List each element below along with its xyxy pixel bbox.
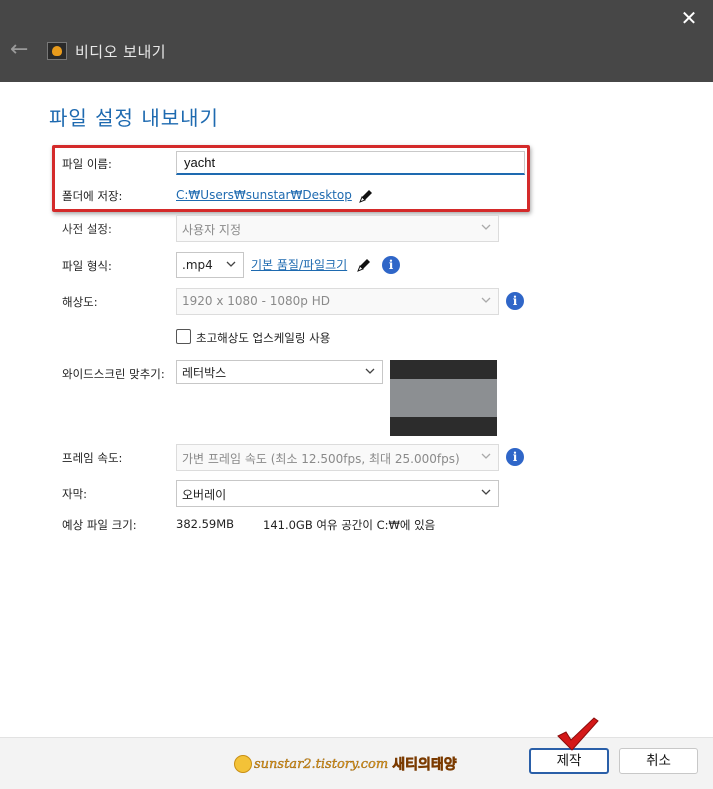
info-icon[interactable]: i bbox=[506, 448, 524, 466]
file-format-value: .mp4 bbox=[182, 258, 213, 272]
cancel-button[interactable]: 취소 bbox=[619, 748, 698, 774]
info-icon[interactable]: i bbox=[506, 292, 524, 310]
preset-select[interactable]: 사용자 지정 bbox=[176, 215, 499, 242]
chevron-down-icon bbox=[226, 261, 236, 267]
frame-rate-select[interactable]: 가변 프레임 속도 (최소 12.500fps, 최대 25.000fps) bbox=[176, 444, 499, 471]
arrow-left-icon[interactable]: ← bbox=[10, 39, 34, 63]
smiley-icon bbox=[234, 755, 252, 773]
title-row: ← 비디오 보내기 bbox=[10, 38, 166, 64]
preset-label: 사전 설정: bbox=[62, 222, 112, 236]
watermark-url: sunstar2.tistory.com bbox=[254, 756, 389, 772]
file-format-select[interactable]: .mp4 bbox=[176, 252, 244, 278]
chevron-down-icon bbox=[481, 297, 491, 303]
title-bar: ✕ ← 비디오 보내기 bbox=[0, 0, 713, 82]
widescreen-value: 레터박스 bbox=[182, 366, 227, 380]
file-format-label: 파일 형식: bbox=[62, 259, 112, 273]
chevron-down-icon bbox=[481, 489, 491, 495]
resolution-label: 해상도: bbox=[62, 295, 98, 309]
subtitles-select[interactable]: 오버레이 bbox=[176, 480, 499, 507]
resolution-select[interactable]: 1920 x 1080 - 1080p HD bbox=[176, 288, 499, 315]
watermark-name: 새티의태양 bbox=[392, 757, 457, 774]
letterbox-preview-band bbox=[390, 379, 497, 417]
film-icon bbox=[47, 42, 67, 60]
upscaling-checkbox[interactable] bbox=[176, 329, 191, 344]
free-space-text: 141.0GB 여유 공간이 C:₩에 있음 bbox=[263, 518, 436, 532]
frame-rate-value: 가변 프레임 속도 (최소 12.500fps, 최대 25.000fps) bbox=[182, 452, 460, 466]
pencil-icon[interactable] bbox=[355, 256, 373, 274]
window-title: 비디오 보내기 bbox=[75, 42, 167, 61]
widescreen-label: 와이드스크린 맞추기: bbox=[62, 367, 165, 381]
widescreen-select[interactable]: 레터박스 bbox=[176, 360, 383, 384]
letterbox-preview bbox=[390, 360, 497, 436]
chevron-down-icon bbox=[481, 224, 491, 230]
info-icon[interactable]: i bbox=[382, 256, 400, 274]
resolution-value: 1920 x 1080 - 1080p HD bbox=[182, 294, 331, 308]
chevron-down-icon bbox=[481, 453, 491, 459]
highlight-box bbox=[52, 145, 530, 212]
estimated-size-label: 예상 파일 크기: bbox=[62, 518, 137, 532]
subtitles-label: 자막: bbox=[62, 487, 88, 501]
frame-rate-label: 프레임 속도: bbox=[62, 451, 123, 465]
preset-value: 사용자 지정 bbox=[182, 223, 242, 237]
page-title: 파일 설정 내보내기 bbox=[49, 106, 219, 130]
chevron-down-icon bbox=[365, 368, 375, 374]
subtitles-value: 오버레이 bbox=[182, 488, 227, 502]
upscaling-label: 초고해상도 업스케일링 사용 bbox=[196, 331, 331, 345]
close-icon[interactable]: ✕ bbox=[677, 6, 701, 30]
checkmark-icon bbox=[557, 717, 599, 751]
estimated-size-value: 382.59MB bbox=[176, 517, 235, 531]
quality-link[interactable]: 기본 품질/파일크기 bbox=[251, 256, 347, 273]
watermark: sunstar2.tistory.com 새티의태양 bbox=[234, 754, 457, 774]
